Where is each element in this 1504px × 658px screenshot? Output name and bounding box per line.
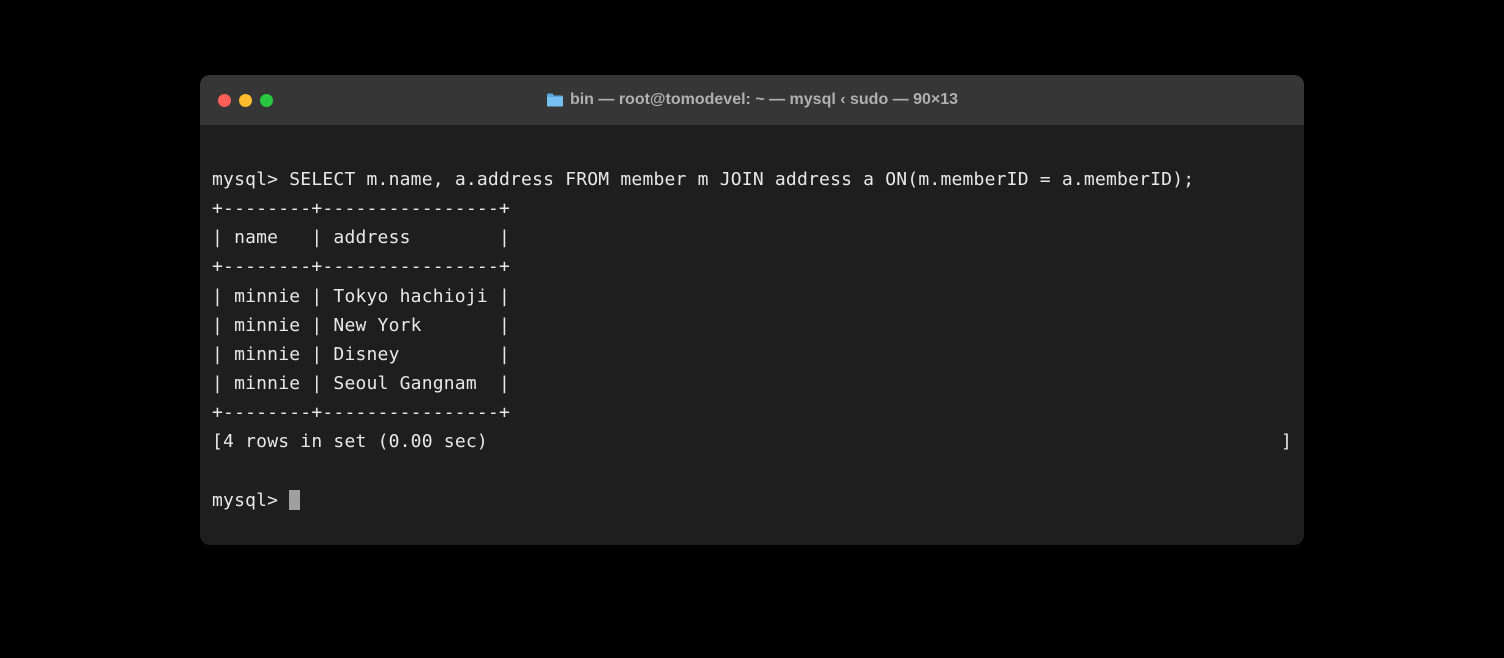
table-row: | minnie | Seoul Gangnam |: [212, 369, 1292, 398]
close-button[interactable]: [218, 94, 231, 107]
table-row: | minnie | Disney |: [212, 340, 1292, 369]
terminal-window: bin — root@tomodevel: ~ — mysql ‹ sudo —…: [200, 75, 1304, 545]
table-border: +--------+----------------+: [212, 252, 1292, 281]
prompt: mysql>: [212, 490, 289, 511]
window-titlebar[interactable]: bin — root@tomodevel: ~ — mysql ‹ sudo —…: [200, 75, 1304, 125]
window-title-container: bin — root@tomodevel: ~ — mysql ‹ sudo —…: [200, 91, 1304, 109]
footer-text: 4 rows in set (0.00 sec): [223, 427, 488, 456]
window-title: bin — root@tomodevel: ~ — mysql ‹ sudo —…: [570, 91, 958, 109]
traffic-lights: [218, 94, 273, 107]
table-border: +--------+----------------+: [212, 398, 1292, 427]
footer-open-bracket: [: [212, 427, 223, 456]
table-header: | name | address |: [212, 223, 1292, 252]
table-row: | minnie | Tokyo hachioji |: [212, 282, 1292, 311]
blank-line: [212, 457, 1292, 486]
maximize-button[interactable]: [260, 94, 273, 107]
prompt-line: mysql>: [212, 486, 1292, 515]
sql-query: SELECT m.name, a.address FROM member m J…: [289, 169, 1194, 190]
cursor: [289, 490, 300, 510]
query-line: mysql> SELECT m.name, a.address FROM mem…: [212, 165, 1292, 194]
terminal-body[interactable]: mysql> SELECT m.name, a.address FROM mem…: [200, 125, 1304, 545]
table-border: +--------+----------------+: [212, 194, 1292, 223]
footer-close-bracket: ]: [1281, 427, 1292, 456]
prompt: mysql>: [212, 169, 289, 190]
table-row: | minnie | New York |: [212, 311, 1292, 340]
minimize-button[interactable]: [239, 94, 252, 107]
folder-icon: [546, 93, 564, 107]
result-footer: [4 rows in set (0.00 sec)]: [212, 427, 1292, 456]
